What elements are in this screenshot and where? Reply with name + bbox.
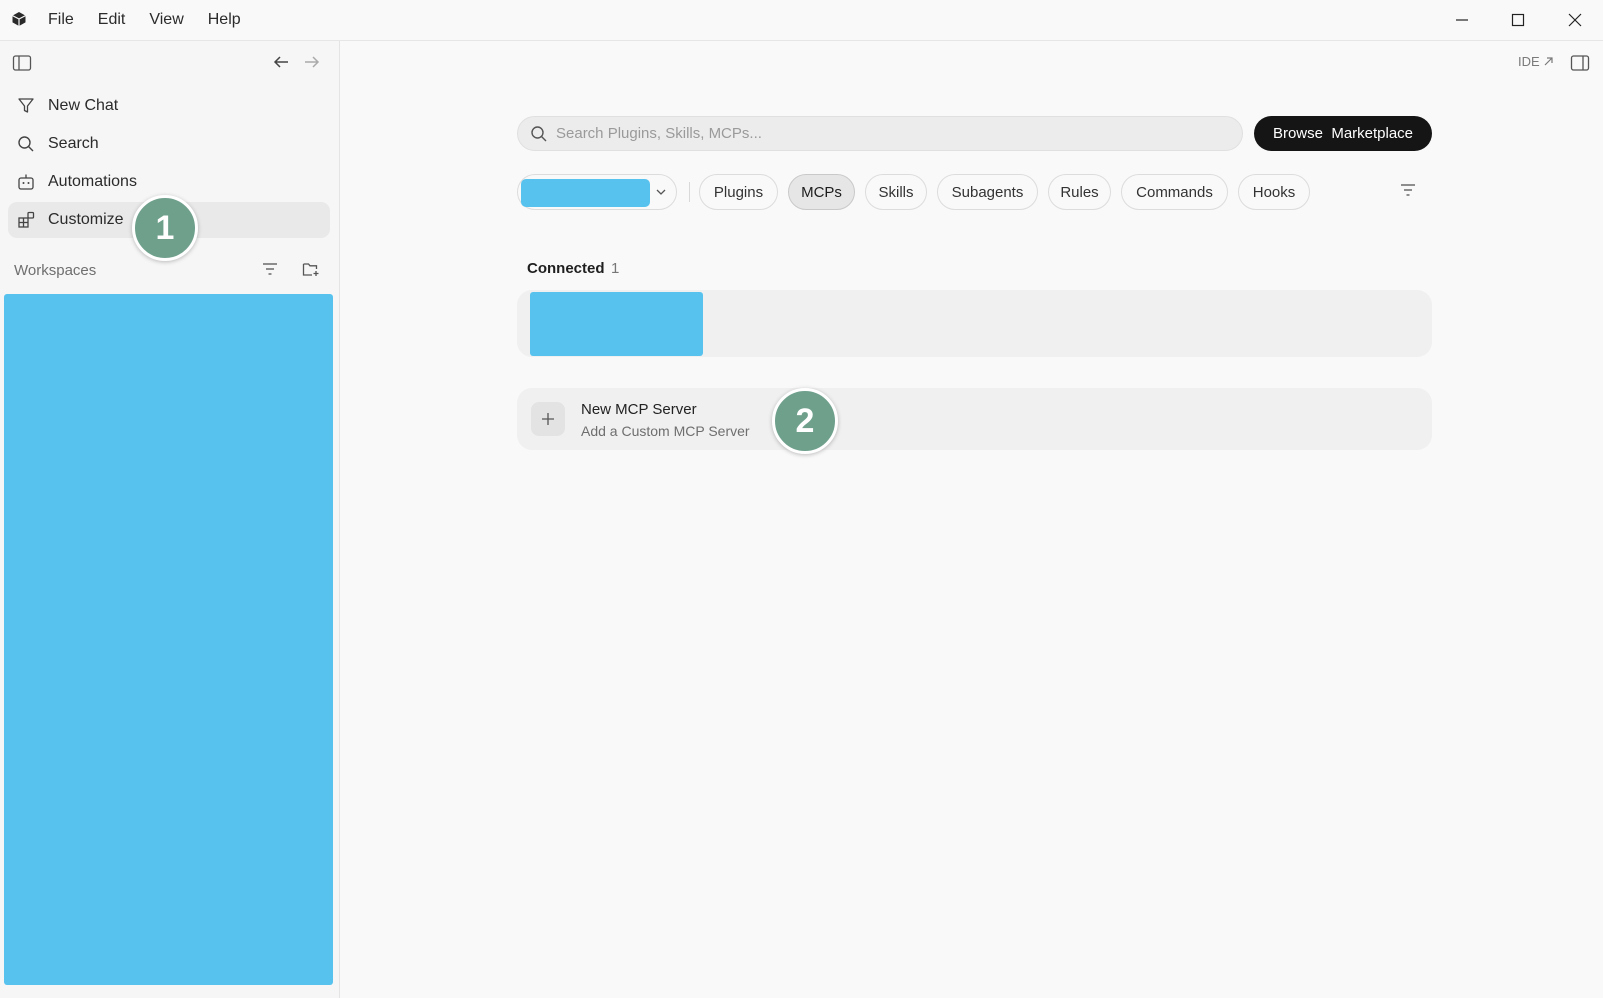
connected-server-redacted[interactable] bbox=[530, 292, 703, 356]
connected-count: 1 bbox=[611, 260, 620, 277]
tab-hooks[interactable]: Hooks bbox=[1238, 174, 1310, 210]
minimize-button[interactable] bbox=[1434, 0, 1490, 40]
menu-view[interactable]: View bbox=[137, 0, 195, 40]
tab-commands[interactable]: Commands bbox=[1121, 174, 1228, 210]
divider bbox=[689, 182, 690, 202]
forward-arrow-icon[interactable] bbox=[303, 54, 321, 70]
new-mcp-server-subtitle: Add a Custom MCP Server bbox=[581, 423, 750, 439]
sidebar-item-new-chat[interactable]: New Chat bbox=[8, 88, 330, 124]
menu-help[interactable]: Help bbox=[196, 0, 253, 40]
close-icon bbox=[1568, 13, 1582, 27]
tab-rules[interactable]: Rules bbox=[1048, 174, 1111, 210]
minimize-icon bbox=[1456, 19, 1468, 21]
tab-subagents[interactable]: Subagents bbox=[937, 174, 1038, 210]
app-logo-icon bbox=[11, 11, 27, 27]
menu-file[interactable]: File bbox=[36, 0, 86, 40]
automations-icon bbox=[16, 172, 36, 192]
ide-link[interactable]: IDE bbox=[1518, 54, 1554, 69]
menu-edit[interactable]: Edit bbox=[86, 0, 138, 40]
menu-bar: File Edit View Help bbox=[36, 0, 253, 40]
browse-marketplace-button[interactable]: Browse Marketplace bbox=[1254, 116, 1432, 151]
ide-label: IDE bbox=[1518, 54, 1540, 69]
close-window-button[interactable] bbox=[1547, 0, 1603, 40]
sidebar-toggle-icon[interactable] bbox=[12, 54, 32, 72]
new-mcp-server-card[interactable]: New MCP Server Add a Custom MCP Server bbox=[517, 388, 1432, 450]
external-link-icon bbox=[1544, 57, 1553, 66]
scope-dropdown[interactable] bbox=[517, 174, 677, 210]
connected-servers-card bbox=[517, 290, 1432, 357]
workspaces-heading: Workspaces bbox=[14, 262, 97, 279]
chevron-down-icon bbox=[655, 186, 667, 198]
maximize-button[interactable] bbox=[1490, 0, 1546, 40]
back-arrow-icon[interactable] bbox=[272, 54, 290, 70]
search-bar[interactable] bbox=[517, 116, 1243, 151]
step-badge-2: 2 bbox=[772, 388, 838, 454]
new-mcp-server-title: New MCP Server bbox=[581, 401, 697, 418]
search-icon bbox=[530, 125, 548, 143]
filter-icon[interactable] bbox=[1400, 183, 1416, 197]
tab-mcps[interactable]: MCPs bbox=[788, 174, 855, 210]
step-badge-1: 1 bbox=[132, 195, 198, 261]
tab-plugins[interactable]: Plugins bbox=[699, 174, 778, 210]
sidebar: New Chat Search Automations Customize Wo… bbox=[0, 41, 340, 998]
new-folder-icon[interactable] bbox=[302, 261, 320, 277]
workspaces-list-redacted bbox=[4, 294, 333, 985]
customize-icon bbox=[16, 210, 36, 230]
sidebar-item-label: New Chat bbox=[48, 97, 119, 114]
right-panel-toggle-icon[interactable] bbox=[1570, 54, 1590, 72]
search-input[interactable] bbox=[556, 125, 1196, 142]
plus-icon bbox=[531, 402, 565, 436]
search-icon bbox=[16, 134, 36, 154]
title-bar: File Edit View Help bbox=[0, 0, 1603, 41]
sidebar-item-label: Customize bbox=[48, 211, 124, 228]
new-chat-icon bbox=[16, 96, 36, 116]
sidebar-item-search[interactable]: Search bbox=[8, 126, 330, 162]
maximize-icon bbox=[1511, 13, 1525, 27]
tab-skills[interactable]: Skills bbox=[865, 174, 927, 210]
scope-value-redacted bbox=[521, 179, 650, 207]
sidebar-item-label: Search bbox=[48, 135, 99, 152]
sidebar-item-label: Automations bbox=[48, 173, 137, 190]
filter-icon[interactable] bbox=[262, 262, 278, 276]
connected-heading: Connected bbox=[527, 260, 605, 277]
